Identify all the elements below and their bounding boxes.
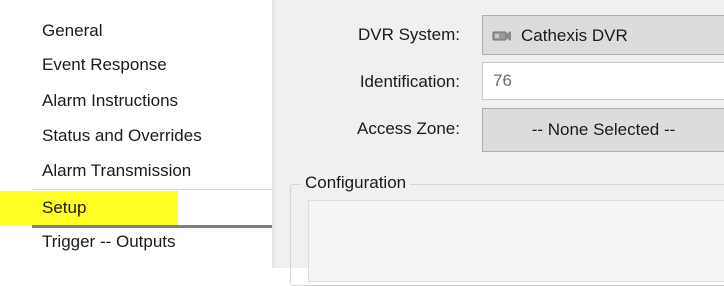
access-zone-label: Access Zone: <box>357 119 460 138</box>
camera-icon <box>492 28 512 42</box>
nav-item-trigger-outputs[interactable]: Trigger -- Outputs <box>42 227 176 257</box>
nav-item-status-and-overrides[interactable]: Status and Overrides <box>42 121 202 151</box>
nav-separator <box>32 189 272 190</box>
dvr-system-field[interactable]: Cathexis DVR <box>482 15 724 55</box>
selection-highlight <box>0 191 178 225</box>
identification-field[interactable]: 76 <box>482 62 724 100</box>
configuration-area[interactable] <box>308 200 724 282</box>
dvr-system-label: DVR System: <box>357 25 460 44</box>
nav-item-alarm-transmission[interactable]: Alarm Transmission <box>42 156 191 186</box>
nav-item-alarm-instructions[interactable]: Alarm Instructions <box>42 86 178 116</box>
configuration-title: Configuration <box>301 170 411 196</box>
settings-nav: General Event Response Alarm Instruction… <box>0 0 272 268</box>
identification-label: Identification: <box>359 72 460 91</box>
nav-item-setup[interactable]: Setup <box>42 193 86 223</box>
dvr-system-value: Cathexis DVR <box>521 26 628 45</box>
nav-item-event-response[interactable]: Event Response <box>42 50 167 80</box>
identification-value: 76 <box>493 71 512 90</box>
nav-item-general[interactable]: General <box>42 16 102 46</box>
access-zone-button[interactable]: -- None Selected -- <box>482 108 724 152</box>
